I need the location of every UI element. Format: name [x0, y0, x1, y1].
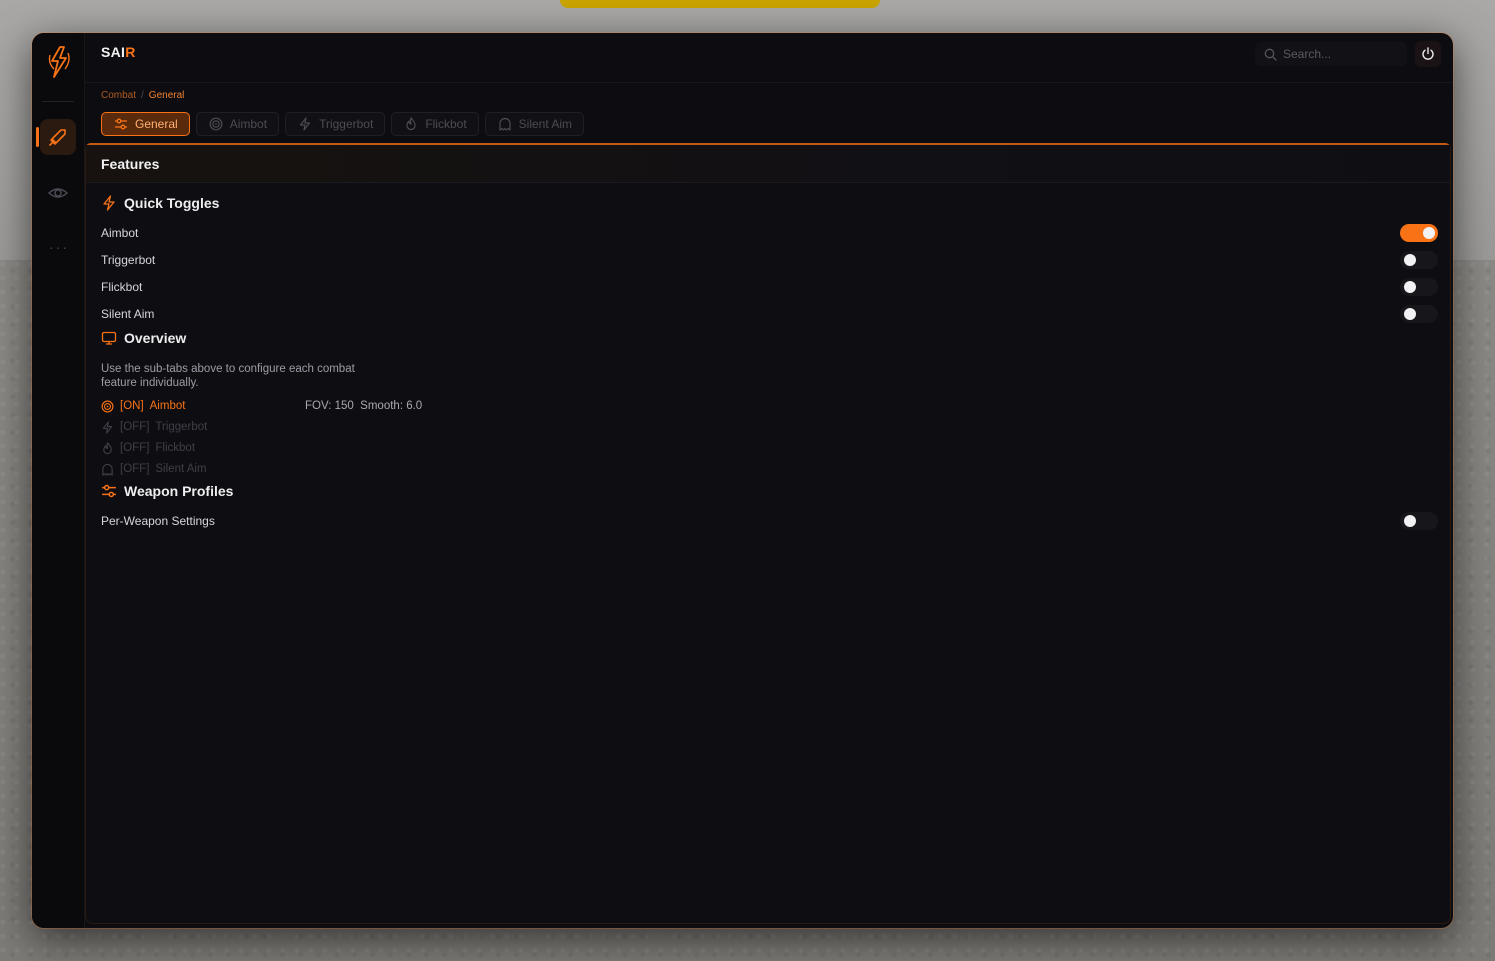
- zap-icon: [299, 117, 311, 131]
- toggle-row-flickbot: Flickbot: [101, 277, 1438, 297]
- status-row-flickbot: [OFF] Flickbot: [101, 439, 305, 457]
- toggle-row-aimbot: Aimbot: [101, 223, 1438, 243]
- toggle-label: Aimbot: [101, 226, 139, 240]
- search-icon: [1264, 48, 1277, 61]
- tab-silent-aim[interactable]: Silent Aim: [484, 112, 585, 136]
- sword-icon: [49, 129, 66, 146]
- breadcrumb-current: General: [148, 90, 185, 101]
- eye-icon: [48, 188, 68, 198]
- ghost-icon: [499, 117, 511, 131]
- app-window: ··· SAIR Search... Combat / General Gene…: [32, 33, 1453, 928]
- aimbot-toggle[interactable]: [1400, 224, 1438, 242]
- panel-title: Features: [101, 155, 160, 172]
- toggle-label: Per-Weapon Settings: [101, 514, 215, 528]
- overview-description: Use the sub-tabs above to configure each…: [101, 363, 355, 389]
- status-state: [OFF]: [120, 442, 150, 454]
- section-overview: Overview: [101, 330, 186, 346]
- status-row-triggerbot: [OFF] Triggerbot: [101, 418, 305, 436]
- tab-label: General: [135, 117, 178, 131]
- status-row-aimbot: [ON] Aimbot FOV: 150 Smooth: 6.0: [101, 397, 422, 415]
- flame-icon: [103, 441, 112, 454]
- tab-label: Aimbot: [229, 117, 268, 131]
- triggerbot-toggle[interactable]: [1400, 251, 1438, 269]
- more-icon[interactable]: ···: [46, 239, 72, 255]
- flame-icon: [406, 117, 416, 131]
- zap-icon: [102, 420, 113, 434]
- power-button[interactable]: [1415, 41, 1441, 67]
- status-state: [ON]: [120, 400, 144, 412]
- sidebar-item-visuals[interactable]: [40, 175, 76, 211]
- tab-general[interactable]: General: [101, 112, 190, 136]
- tab-label: Silent Aim: [518, 117, 573, 131]
- tab-label: Flickbot: [425, 117, 467, 131]
- zap-icon: [103, 195, 115, 211]
- status-name: Aimbot: [149, 400, 186, 412]
- status-state: [OFF]: [120, 463, 150, 475]
- background-stripe: [560, 0, 880, 8]
- sub-tabs: General Aimbot Triggerbot Flickbot Silen…: [101, 112, 585, 136]
- section-title: Overview: [124, 330, 187, 346]
- silent-aim-toggle[interactable]: [1400, 305, 1438, 323]
- features-panel: Features Quick Toggles Aimbot Triggerbot…: [85, 143, 1451, 924]
- sliders-icon: [115, 118, 127, 130]
- section-title: Weapon Profiles: [124, 483, 234, 499]
- sliders-icon: [102, 484, 116, 498]
- breadcrumb-separator: /: [141, 90, 144, 101]
- logo-icon: [46, 45, 72, 79]
- tab-label: Triggerbot: [319, 117, 374, 131]
- power-icon: [1422, 47, 1434, 60]
- toggle-row-silent-aim: Silent Aim: [101, 304, 1438, 324]
- search-input[interactable]: Search...: [1255, 42, 1407, 66]
- search-placeholder: Search...: [1283, 47, 1332, 61]
- section-quick-toggles: Quick Toggles: [101, 195, 219, 211]
- status-row-silent-aim: [OFF] Silent Aim: [101, 460, 305, 478]
- toggle-label: Flickbot: [101, 280, 143, 294]
- target-icon: [209, 117, 223, 131]
- toggle-row-triggerbot: Triggerbot: [101, 250, 1438, 270]
- sidebar-active-indicator: [36, 127, 39, 147]
- toggle-row-per-weapon: Per-Weapon Settings: [101, 511, 1438, 531]
- monitor-icon: [101, 331, 117, 345]
- tab-aimbot[interactable]: Aimbot: [195, 112, 280, 136]
- status-name: Triggerbot: [155, 421, 208, 433]
- per-weapon-toggle[interactable]: [1400, 512, 1438, 530]
- flickbot-toggle[interactable]: [1400, 278, 1438, 296]
- target-icon: [101, 400, 114, 412]
- status-name: Silent Aim: [155, 463, 207, 475]
- status-name: Flickbot: [155, 442, 196, 454]
- tab-triggerbot[interactable]: Triggerbot: [285, 112, 386, 136]
- section-title: Quick Toggles: [124, 195, 220, 211]
- sidebar-item-combat[interactable]: [40, 119, 76, 155]
- tab-flickbot[interactable]: Flickbot: [391, 112, 479, 136]
- breadcrumb: Combat / General: [101, 90, 184, 101]
- ghost-icon: [102, 463, 113, 476]
- toggle-label: Silent Aim: [101, 307, 155, 321]
- toggle-label: Triggerbot: [101, 253, 156, 267]
- breadcrumb-parent[interactable]: Combat: [101, 90, 136, 101]
- panel-header: Features: [86, 145, 1450, 183]
- status-state: [OFF]: [120, 421, 150, 433]
- sidebar-divider: [42, 101, 74, 102]
- section-weapon-profiles: Weapon Profiles: [101, 483, 233, 499]
- topbar: SAIR Search...: [85, 33, 1453, 83]
- sidebar: ···: [32, 33, 85, 928]
- status-info: FOV: 150 Smooth: 6.0: [305, 400, 423, 412]
- app-title: SAIR: [101, 44, 136, 60]
